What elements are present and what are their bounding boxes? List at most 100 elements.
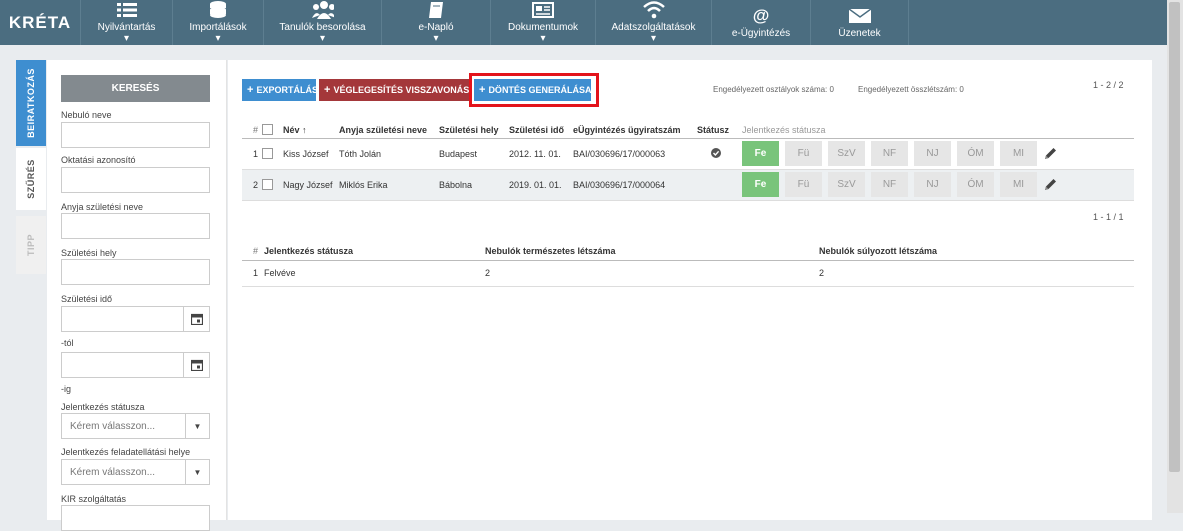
edit-pencil-icon[interactable] <box>1043 146 1058 161</box>
table-row[interactable]: 2 Nagy József Miklós Erika Bábolna 2019.… <box>242 169 1134 201</box>
check-circle-icon <box>711 147 721 158</box>
nav-label: Adatszolgáltatások <box>611 22 696 33</box>
status-btn-om[interactable]: ÓM <box>957 141 994 166</box>
col-status[interactable]: Jelentkezés státusza <box>262 236 485 261</box>
row-checkbox[interactable] <box>262 169 280 201</box>
pager-mid: 1 - 1 / 1 <box>1093 212 1124 222</box>
export-button[interactable]: + EXPORTÁLÁS <box>242 79 318 101</box>
col-name[interactable]: Név ↑ <box>280 104 339 139</box>
list-icon <box>116 1 138 19</box>
status-btn-nf[interactable]: NF <box>871 141 908 166</box>
col-place[interactable]: Születési hely <box>439 104 509 139</box>
select-all-checkbox[interactable] <box>262 104 280 139</box>
nav-label: Dokumentumok <box>507 22 579 33</box>
edit-pencil-icon[interactable] <box>1043 177 1058 192</box>
chevron-down-icon[interactable]: ▼ <box>185 414 209 438</box>
edu-id-input[interactable] <box>61 167 210 193</box>
enroll-status-buttons: Fe Fü SzV NF NJ ÓM MI <box>739 138 1134 170</box>
students-table: # Név ↑ Anyja születési neve Születési h… <box>242 104 1134 201</box>
summary-table: # Jelentkezés státusza Nebulók természet… <box>242 236 1134 287</box>
allowed-classes-count: Engedélyezett osztályok száma: 0 <box>713 85 834 94</box>
col-case[interactable]: eÜgyintézés ügyiratszám <box>573 104 697 139</box>
enroll-status-buttons: Fe Fü SzV NF NJ ÓM MI <box>739 169 1134 201</box>
birth-place: Bábolna <box>439 169 509 201</box>
col-status[interactable]: Státusz <box>697 104 739 139</box>
plus-icon: + <box>324 84 331 96</box>
birth-place-label: Születési hely <box>61 248 117 258</box>
kir-select[interactable] <box>61 505 210 531</box>
table-row[interactable]: 1 Kiss József Tóth Jolán Budapest 2012. … <box>242 138 1134 170</box>
mother-name: Miklós Erika <box>339 169 439 201</box>
wifi-icon <box>642 1 665 19</box>
status-select-value: Kérem válasszon... <box>70 421 156 432</box>
col-mother[interactable]: Anyja születési neve <box>339 104 439 139</box>
caret-down-icon: ▾ <box>650 33 657 44</box>
tab-label: SZŰRÉS <box>26 159 37 199</box>
caret-down-icon: ▾ <box>215 33 221 44</box>
search-button[interactable]: KERESÉS <box>61 75 210 102</box>
export-label: EXPORTÁLÁS <box>256 85 318 95</box>
status-select[interactable]: Kérem válasszon... ▼ <box>61 413 210 439</box>
status-btn-szv[interactable]: SzV <box>828 141 865 166</box>
nav-tanulok-besorolasa[interactable]: Tanulók besorolása ▾ <box>263 0 381 45</box>
kreta-logo[interactable]: KRÉTA <box>0 0 80 45</box>
status-btn-nj[interactable]: NJ <box>914 141 951 166</box>
pager-top: 1 - 2 / 2 <box>1093 80 1124 90</box>
weighted-count: 2 <box>819 260 1134 287</box>
page-scrollbar-thumb[interactable] <box>1169 2 1180 472</box>
status-btn-nf[interactable]: NF <box>871 172 908 197</box>
nav-dokumentumok[interactable]: Dokumentumok ▾ <box>490 0 595 45</box>
filter-panel: KERESÉS Nebuló neve Oktatási azonosító A… <box>47 60 227 531</box>
nav-uzenetek[interactable]: Üzenetek <box>810 0 909 45</box>
task-place-label: Jelentkezés feladatellátási helye <box>61 447 191 457</box>
chevron-down-icon[interactable]: ▼ <box>185 460 209 484</box>
tab-label: BEIRATKOZÁS <box>26 68 36 138</box>
table-header: # Jelentkezés státusza Nebulók természet… <box>242 236 1134 261</box>
birth-date-to-input[interactable] <box>61 352 210 378</box>
calendar-icon[interactable] <box>183 307 209 331</box>
status-btn-fu[interactable]: Fü <box>785 172 822 197</box>
book-icon <box>425 1 447 19</box>
task-place-select[interactable]: Kérem válasszon... ▼ <box>61 459 210 485</box>
birth-date-from-input[interactable] <box>61 306 210 332</box>
status-value: Felvéve <box>262 260 485 287</box>
student-name-input[interactable] <box>61 122 210 148</box>
status-btn-mi[interactable]: MI <box>1000 141 1037 166</box>
status-btn-szv[interactable]: SzV <box>828 172 865 197</box>
birth-place-input[interactable] <box>61 259 210 285</box>
row-num: 1 <box>242 138 262 170</box>
mother-name-input[interactable] <box>61 213 210 239</box>
status-btn-fu[interactable]: Fü <box>785 141 822 166</box>
revoke-finalization-button[interactable]: + VÉGLEGESÍTÉS VISSZAVONÁSA <box>319 79 470 101</box>
status-btn-om[interactable]: ÓM <box>957 172 994 197</box>
tab-szures[interactable]: SZŰRÉS <box>16 148 46 210</box>
calendar-icon[interactable] <box>183 353 209 377</box>
nav-e-ugyintezes[interactable]: @ e-Ügyintézés <box>711 0 810 45</box>
birth-date: 2012. 11. 01. <box>509 138 573 170</box>
status-btn-mi[interactable]: MI <box>1000 172 1037 197</box>
birth-date-label: Születési idő <box>61 294 113 304</box>
col-num: # <box>242 104 262 139</box>
col-natural[interactable]: Nebulók természetes létszáma <box>485 236 819 261</box>
envelope-icon <box>848 7 871 25</box>
revoke-label: VÉGLEGESÍTÉS VISSZAVONÁSA <box>333 85 470 95</box>
status-btn-nj[interactable]: NJ <box>914 172 951 197</box>
col-weighted[interactable]: Nebulók súlyozott létszáma <box>819 236 1134 261</box>
row-checkbox[interactable] <box>262 138 280 170</box>
nav-nyilvantartas[interactable]: Nyilvántartás ▾ <box>80 0 172 45</box>
kir-label: KIR szolgáltatás <box>61 494 127 504</box>
nav-adatszolgaltatasok[interactable]: Adatszolgáltatások ▾ <box>595 0 711 45</box>
main-content: + EXPORTÁLÁS + VÉGLEGESÍTÉS VISSZAVONÁSA +… <box>228 60 1152 520</box>
col-date[interactable]: Születési idő <box>509 104 573 139</box>
status-label: Jelentkezés státusza <box>61 402 145 412</box>
nav-importalasok[interactable]: Importálások ▾ <box>172 0 263 45</box>
plus-icon: + <box>247 84 254 96</box>
nav-e-naplo[interactable]: e-Napló ▾ <box>381 0 490 45</box>
birth-date: 2019. 01. 01. <box>509 169 573 201</box>
nav-label: Tanulók besorolása <box>279 22 366 33</box>
status-btn-fe[interactable]: Fe <box>742 172 779 197</box>
tab-tipp[interactable]: TIPP <box>16 216 46 274</box>
tab-beiratkozas[interactable]: BEIRATKOZÁS <box>16 60 46 146</box>
status-btn-fe[interactable]: Fe <box>742 141 779 166</box>
table-row[interactable]: 1 Felvéve 2 2 <box>242 260 1134 287</box>
